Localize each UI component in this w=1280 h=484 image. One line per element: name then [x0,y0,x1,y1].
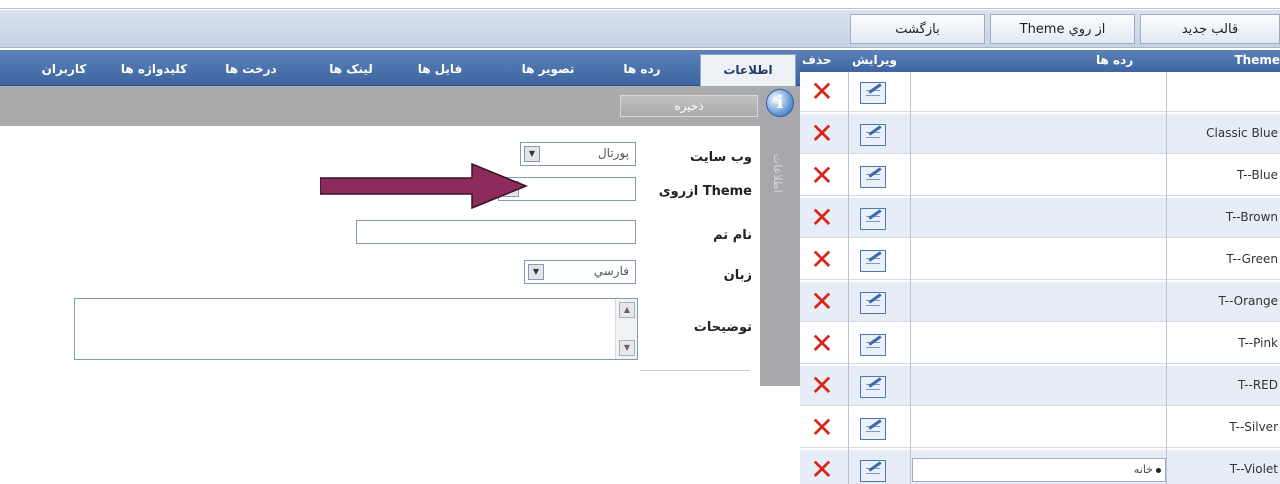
from-theme-label: ازروی Theme [658,184,752,199]
row-theme-name: Classic Blue [1206,126,1278,140]
edit-icon[interactable] [860,460,886,482]
table-row: ✕ T--Orange [800,282,1280,322]
theme-name-label: نام تم [713,228,752,243]
scroll-down-icon[interactable]: ▼ [619,340,635,356]
website-select[interactable]: پورتال ▼ [520,142,636,166]
column-divider [848,72,849,484]
theme-name-input[interactable] [356,220,636,244]
description-scrollbar[interactable]: ▲ ▼ [615,299,637,359]
header-edit: ويرايش [852,53,898,67]
delete-icon[interactable]: ✕ [808,246,836,274]
edit-icon[interactable] [860,82,886,104]
row-theme-name: T--Silver [1229,420,1278,434]
table-row: ✕ T--RED [800,366,1280,406]
website-label: وب سايت [690,150,752,165]
info-icon: i [766,89,794,117]
tab-images[interactable]: تصوير ها [510,60,586,78]
radio-dot-icon [1156,468,1161,473]
edit-icon[interactable] [860,292,886,314]
themes-grid: حذف ويرايش رده ها Theme ✕ ✕ Classic Blue… [800,48,1280,484]
delete-icon[interactable]: ✕ [808,414,836,442]
delete-icon[interactable]: ✕ [808,372,836,400]
tab-keywords[interactable]: کليدواژه ها [112,60,196,78]
table-row: ✕ T--Silver [800,408,1280,448]
from-theme-button[interactable]: Theme از روي [990,14,1135,44]
category-item-label: خانه [1133,463,1153,476]
category-selector[interactable]: خانه [912,458,1166,482]
tab-trees[interactable]: درخت ها [214,60,288,78]
description-textarea[interactable]: ▲ ▼ [74,298,638,360]
delete-icon[interactable]: ✕ [808,78,836,106]
edit-icon[interactable] [860,418,886,440]
edit-icon[interactable] [860,124,886,146]
delete-icon[interactable]: ✕ [808,456,836,484]
tab-users[interactable]: کاربران [28,60,100,78]
row-theme-name: T--RED [1237,378,1278,392]
delete-icon[interactable]: ✕ [808,120,836,148]
column-divider [910,72,911,484]
side-strip-label: اطلاعات [771,153,784,193]
table-row: ✕ Classic Blue [800,114,1280,154]
tab-info[interactable]: اطلاعات [700,54,796,86]
edit-icon[interactable] [860,208,886,230]
table-row: ✕ T--Brown [800,198,1280,238]
tab-bar: اطلاعات رده ها تصوير ها فايل ها لينک ها … [0,50,800,86]
form-divider [640,370,750,371]
header-theme: Theme [1234,53,1280,67]
row-theme-name: T--Violet [1229,462,1278,476]
language-label: زبان [723,268,752,283]
edit-icon[interactable] [860,166,886,188]
description-label: توضيحات [693,320,752,335]
edit-icon[interactable] [860,376,886,398]
language-select[interactable]: فارسي ▼ [524,260,636,284]
edit-icon[interactable] [860,334,886,356]
table-row: ✕ [800,72,1280,112]
theme-manager-window: { "toolbar": { "new_template": "قالب جدي… [0,0,1280,484]
new-template-button[interactable]: قالب جديد [1140,14,1280,44]
row-theme-name: T--Pink [1238,336,1278,350]
delete-icon[interactable]: ✕ [808,162,836,190]
toolbar: قالب جديد Theme از روي بازگشت [0,10,1280,48]
header-categories: رده ها [1096,53,1134,67]
chevron-down-icon: ▼ [528,264,544,280]
annotation-arrow-icon [320,162,528,210]
delete-icon[interactable]: ✕ [808,330,836,358]
row-theme-name: T--Green [1226,252,1278,266]
back-button[interactable]: بازگشت [850,14,985,44]
table-row: ✕ T--Pink [800,324,1280,364]
tab-links[interactable]: لينک ها [318,60,384,78]
website-select-value: پورتال [597,146,629,160]
row-theme-name: T--Blue [1236,168,1278,182]
row-theme-name: T--Brown [1225,210,1278,224]
scroll-up-icon[interactable]: ▲ [619,302,635,318]
top-edge [0,0,1280,10]
table-row: ✕ T--Green [800,240,1280,280]
table-row: ✕ T--Blue [800,156,1280,196]
language-select-value: فارسي [593,264,629,278]
delete-icon[interactable]: ✕ [808,288,836,316]
row-theme-name: T--Orange [1218,294,1278,308]
grid-header: حذف ويرايش رده ها Theme [800,50,1280,72]
tab-files[interactable]: فايل ها [406,60,474,78]
delete-icon[interactable]: ✕ [808,204,836,232]
save-button[interactable]: ذخيره [620,95,758,117]
edit-icon[interactable] [860,250,886,272]
header-delete: حذف [802,53,832,67]
column-divider [1166,72,1167,484]
tab-categories[interactable]: رده ها [612,60,672,78]
chevron-down-icon: ▼ [524,146,540,162]
